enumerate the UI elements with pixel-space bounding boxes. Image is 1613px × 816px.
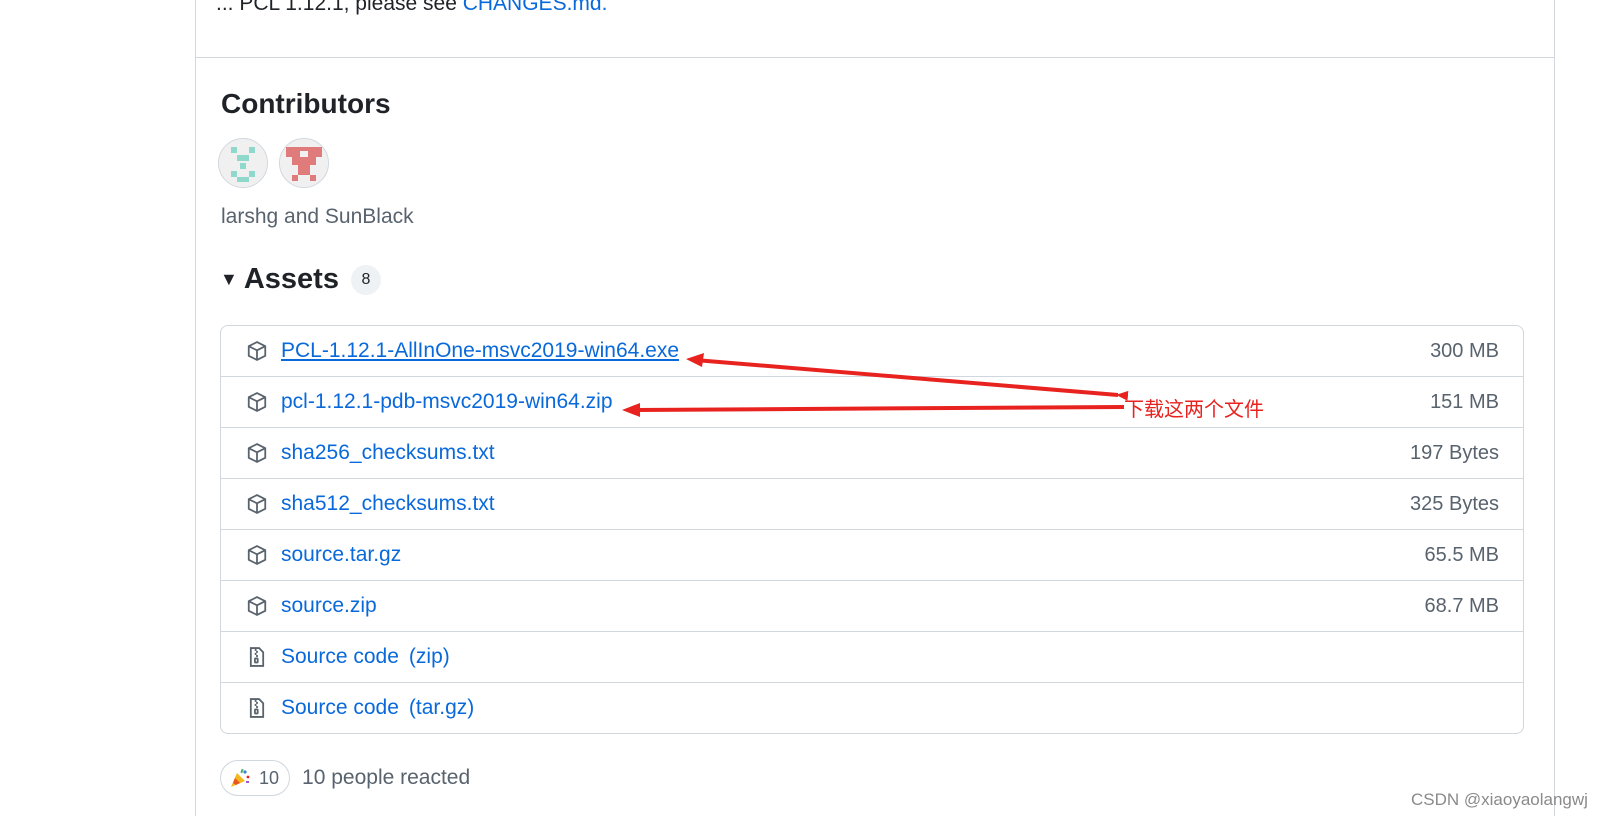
asset-link[interactable]: Source code (tar.gz) bbox=[281, 696, 474, 720]
asset-format-suffix: (tar.gz) bbox=[408, 696, 475, 719]
assets-heading: Assets bbox=[243, 263, 339, 295]
asset-link[interactable]: sha256_checksums.txt bbox=[281, 441, 495, 465]
asset-size: 300 MB bbox=[1430, 339, 1499, 362]
asset-row: Source code (zip) bbox=[221, 631, 1523, 682]
asset-row: Source code (tar.gz) bbox=[221, 682, 1523, 733]
assets-count-badge: 8 bbox=[350, 264, 381, 295]
asset-link[interactable]: source.tar.gz bbox=[281, 543, 401, 567]
package-icon bbox=[246, 391, 268, 413]
csdn-watermark: CSDN @xiaoyaolangwj bbox=[1411, 790, 1588, 809]
package-icon bbox=[246, 493, 268, 515]
release-notes-text: ... PCL 1.12.1, please see bbox=[216, 0, 463, 15]
release-notes-tail: ... PCL 1.12.1, please see CHANGES.md. bbox=[216, 0, 607, 16]
file-zip-icon bbox=[246, 646, 268, 668]
package-icon bbox=[246, 340, 268, 362]
asset-row: pcl-1.12.1-pdb-msvc2019-win64.zip 151 MB bbox=[221, 376, 1523, 427]
tada-icon bbox=[231, 768, 250, 787]
asset-row: source.tar.gz 65.5 MB bbox=[221, 529, 1523, 580]
section-divider bbox=[196, 57, 1554, 58]
asset-row: PCL-1.12.1-AllInOne-msvc2019-win64.exe 30… bbox=[221, 326, 1523, 376]
reaction-button-tada[interactable]: 10 bbox=[220, 760, 291, 796]
identicon-teal-icon bbox=[219, 139, 267, 187]
reactions-summary: 10 people reacted bbox=[302, 766, 471, 789]
package-icon bbox=[246, 544, 268, 566]
contributors-avatars bbox=[218, 138, 329, 188]
asset-size: 65.5 MB bbox=[1424, 543, 1499, 566]
annotation-label: 下载这两个文件 bbox=[1124, 397, 1264, 421]
asset-size: 68.7 MB bbox=[1424, 594, 1499, 617]
file-zip-icon bbox=[246, 697, 268, 719]
assets-list: PCL-1.12.1-AllInOne-msvc2019-win64.exe 30… bbox=[220, 325, 1524, 734]
caret-down-icon: ▼ bbox=[220, 269, 238, 289]
contributors-heading: Contributors bbox=[221, 88, 391, 119]
asset-link[interactable]: PCL-1.12.1-AllInOne-msvc2019-win64.exe bbox=[281, 339, 679, 363]
package-icon bbox=[246, 595, 268, 617]
asset-size: 197 Bytes bbox=[1410, 441, 1499, 464]
avatar-sunblack[interactable] bbox=[279, 138, 329, 188]
asset-row: sha256_checksums.txt 197 Bytes bbox=[221, 427, 1523, 478]
asset-link[interactable]: pcl-1.12.1-pdb-msvc2019-win64.zip bbox=[281, 390, 613, 414]
changes-link[interactable]: CHANGES.md. bbox=[463, 0, 608, 15]
asset-link[interactable]: Source code (zip) bbox=[281, 645, 450, 669]
reaction-count: 10 bbox=[259, 767, 280, 788]
identicon-red-icon bbox=[280, 139, 328, 187]
reactions-bar: 10 10 people reacted bbox=[220, 760, 470, 796]
asset-row: sha512_checksums.txt 325 Bytes bbox=[221, 478, 1523, 529]
package-icon bbox=[246, 442, 268, 464]
asset-row: source.zip 68.7 MB bbox=[221, 580, 1523, 631]
assets-toggle[interactable]: ▼ Assets 8 bbox=[220, 263, 381, 296]
avatar-larshg[interactable] bbox=[218, 138, 268, 188]
asset-link[interactable]: source.zip bbox=[281, 594, 377, 618]
asset-link[interactable]: sha512_checksums.txt bbox=[281, 492, 495, 516]
asset-format-suffix: (zip) bbox=[408, 645, 450, 668]
asset-size: 151 MB bbox=[1430, 390, 1499, 413]
release-page: ... PCL 1.12.1, please see CHANGES.md. C… bbox=[0, 0, 1613, 816]
contributors-names: larshg and SunBlack bbox=[221, 205, 414, 228]
asset-size: 325 Bytes bbox=[1410, 492, 1499, 515]
